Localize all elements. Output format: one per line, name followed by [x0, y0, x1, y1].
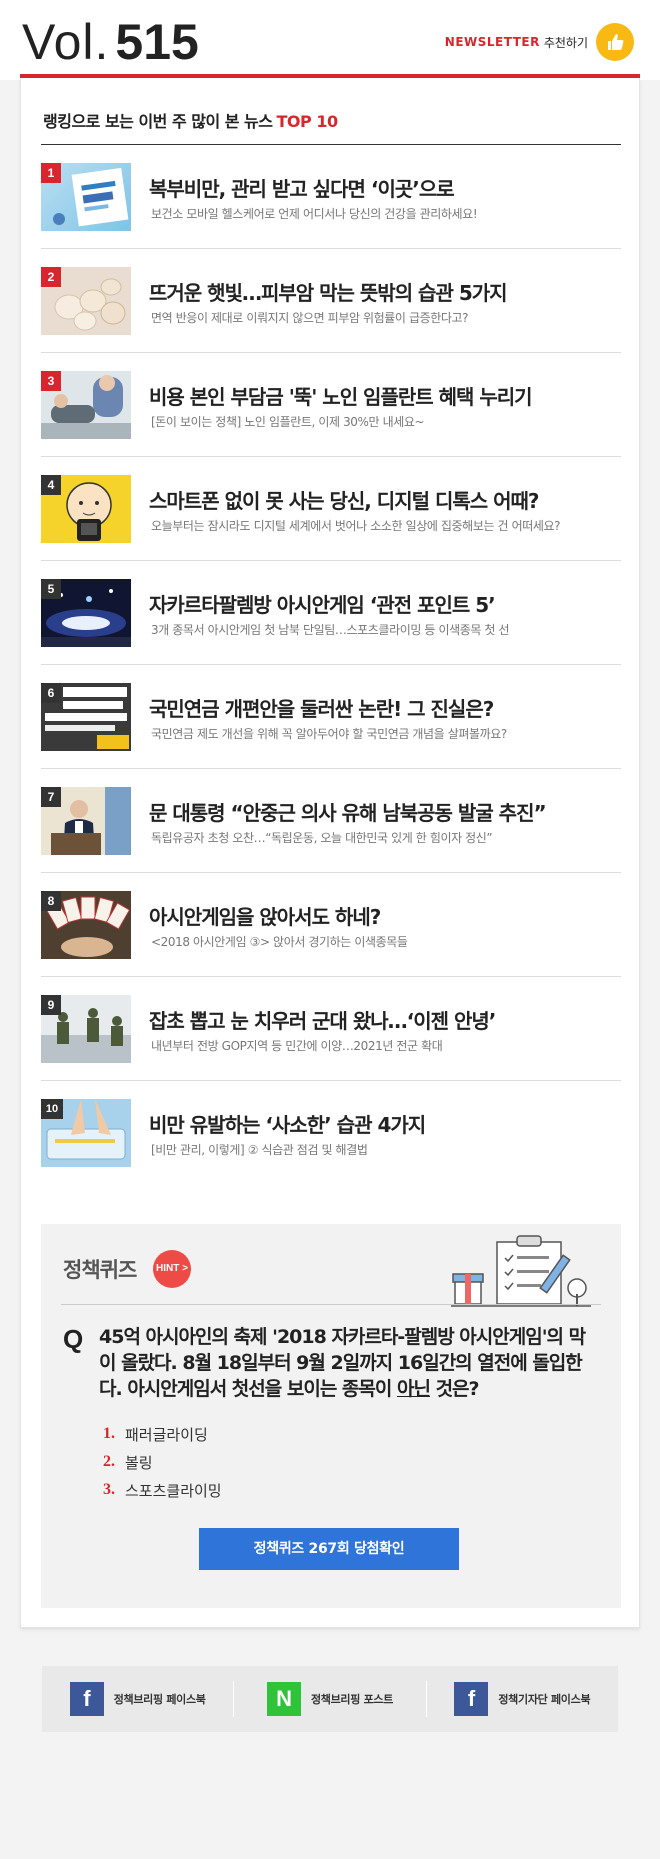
news-item-8[interactable]: 8 아시안게임을 앉아서도 하네? <2018 아시안게임 ③> 앉아서 경기하…	[41, 873, 621, 977]
news-subtitle: 국민연금 제도 개선을 위해 꼭 알아두어야 할 국민연금 개념을 살펴볼까요?	[151, 727, 507, 741]
section-title-text: 랭킹으로 보는 이번 주 많이 본 뉴스	[43, 112, 273, 131]
option-label: 패러글라이딩	[125, 1425, 208, 1444]
news-subtitle: [돈이 보이는 정책] 노인 임플란트, 이제 30%만 내세요~	[151, 415, 425, 429]
footer-link-briefing-facebook[interactable]: f 정책브리핑 페이스북	[42, 1681, 233, 1717]
news-thumbnail[interactable]: 6	[41, 683, 131, 751]
news-title[interactable]: 스마트폰 없이 못 사는 당신, 디지털 디톡스 어때?	[149, 485, 540, 514]
option-number: 2.	[103, 1453, 115, 1470]
rank-badge: 3	[41, 371, 61, 391]
news-subtitle: <2018 아시안게임 ③> 앉아서 경기하는 이색종목들	[151, 935, 408, 949]
news-thumbnail[interactable]: 9	[41, 995, 131, 1063]
quiz-winner-check-button[interactable]: 정책퀴즈 267회 당첨확인	[199, 1528, 459, 1570]
section-title-highlight: TOP 10	[276, 112, 339, 131]
rank-badge: 1	[41, 163, 61, 183]
rank-badge: 10	[41, 1099, 63, 1119]
question-text-after: 것은?	[429, 1378, 480, 1400]
rank-badge: 9	[41, 995, 61, 1015]
news-title[interactable]: 비만 유발하는 ‘사소한’ 습관 4가지	[149, 1109, 426, 1138]
news-item-3[interactable]: 3 비용 본인 부담금 '뚝' 노인 임플란트 혜택 누리기 [돈이 보이는 정…	[41, 353, 621, 457]
news-item-2[interactable]: 2 뜨거운 햇빛…피부암 막는 뜻밖의 습관 5가지 면역 반응이 제대로 이뤄…	[41, 249, 621, 353]
news-thumbnail[interactable]: 1	[41, 163, 131, 231]
news-title[interactable]: 뜨거운 햇빛…피부암 막는 뜻밖의 습관 5가지	[149, 277, 508, 306]
quiz-title: 정책퀴즈	[63, 1258, 137, 1282]
rank-badge: 5	[41, 579, 61, 599]
news-item-4[interactable]: 4 스마트폰 없이 못 사는 당신, 디지털 디톡스 어때? 오늘부터는 잠시라…	[41, 457, 621, 561]
rank-badge: 8	[41, 891, 61, 911]
news-thumbnail[interactable]: 7	[41, 787, 131, 855]
social-footer: f 정책브리핑 페이스북 N 정책브리핑 포스트 f 정책기자단 페이스북	[42, 1666, 618, 1732]
rank-badge: 4	[41, 475, 61, 495]
news-item-1[interactable]: 1 복부비만, 관리 받고 싶다면 ‘이곳’으로 보건소 모바일 헬스케어로 언…	[41, 145, 621, 249]
news-item-5[interactable]: 5 자카르타팔렘방 아시안게임 ‘관전 포인트 5’ 3개 종목서 아시안게임 …	[41, 561, 621, 665]
content-card: 랭킹으로 보는 이번 주 많이 본 뉴스 TOP 10 1 복부비만, 관리 받고…	[20, 78, 640, 1628]
clipboard-icon	[451, 1234, 591, 1314]
footer-link-briefing-post[interactable]: N 정책브리핑 포스트	[233, 1681, 425, 1717]
news-subtitle: 오늘부터는 잠시라도 디지털 세계에서 벗어나 소소한 일상에 집중해보는 건 …	[151, 519, 561, 533]
news-subtitle: 보건소 모바일 헬스케어로 언제 어디서나 당신의 건강을 관리하세요!	[151, 207, 478, 221]
option-number: 3.	[103, 1481, 115, 1498]
rank-badge: 2	[41, 267, 61, 287]
rank-badge: 6	[41, 683, 61, 703]
footer-link-label: 정책브리핑 페이스북	[113, 1693, 206, 1706]
policy-quiz: 정책퀴즈 HINT > Q 45억 아시아인의 축제 '2018 자카르타-팔렘…	[41, 1224, 621, 1608]
option-number: 1.	[103, 1425, 115, 1442]
news-subtitle: [비만 관리, 이렇게] ② 식습관 점검 및 해결법	[151, 1143, 368, 1157]
quiz-divider	[61, 1304, 601, 1305]
thumbs-up-icon[interactable]	[596, 23, 634, 61]
news-thumbnail[interactable]: 2	[41, 267, 131, 335]
option-label: 볼링	[125, 1453, 153, 1472]
newsletter-header: Vol. 515 NEWSLETTER 추천하기	[0, 0, 660, 80]
rank-badge: 7	[41, 787, 61, 807]
news-subtitle: 내년부터 전방 GOP지역 등 민간에 이양…2021년 전군 확대	[151, 1039, 443, 1053]
newsletter-recommend-button[interactable]: NEWSLETTER 추천하기	[445, 22, 634, 62]
quiz-options: 1. 패러글라이딩 2. 볼링 3. 스포츠클라이밍	[103, 1420, 222, 1504]
news-thumbnail[interactable]: 3	[41, 371, 131, 439]
question-mark-label: Q	[63, 1324, 84, 1354]
news-title[interactable]: 문 대통령 “안중근 의사 유해 남북공동 발굴 추진”	[149, 797, 547, 826]
news-item-10[interactable]: 10 비만 유발하는 ‘사소한’ 습관 4가지 [비만 관리, 이렇게] ② 식…	[41, 1081, 621, 1185]
news-title[interactable]: 아시안게임을 앉아서도 하네?	[149, 901, 381, 930]
news-title[interactable]: 잡초 뽑고 눈 치우러 군대 왔나…‘이젠 안녕’	[149, 1005, 496, 1034]
naver-post-icon: N	[266, 1682, 301, 1716]
volume-prefix: Vol.	[22, 14, 110, 70]
news-thumbnail[interactable]: 5	[41, 579, 131, 647]
volume-title: Vol. 515	[22, 14, 199, 70]
question-text-underline: 아닌	[396, 1378, 431, 1400]
news-thumbnail[interactable]: 8	[41, 891, 131, 959]
quiz-question: 45억 아시아인의 축제 '2018 자카르타-팔렘방 아시안게임'의 막이 올…	[99, 1324, 599, 1402]
question-text-before: 45억 아시아인의 축제 '2018 자카르타-팔렘방 아시안게임'의 막이 올…	[99, 1326, 586, 1400]
news-subtitle: 면역 반응이 제대로 이뤄지지 않으면 피부암 위험률이 급증한다고?	[151, 311, 469, 325]
quiz-option-2[interactable]: 2. 볼링	[103, 1448, 222, 1476]
footer-link-reporters-facebook[interactable]: f 정책기자단 페이스북	[425, 1681, 618, 1717]
news-title[interactable]: 국민연금 개편안을 둘러싼 논란! 그 진실은?	[149, 693, 494, 722]
recommend-label: 추천하기	[543, 35, 588, 50]
news-thumbnail[interactable]: 10	[41, 1099, 131, 1167]
news-title[interactable]: 복부비만, 관리 받고 싶다면 ‘이곳’으로	[149, 173, 455, 202]
news-subtitle: 독립유공자 초청 오찬…“독립운동, 오늘 대한민국 있게 한 힘이자 정신”	[151, 831, 493, 845]
option-label: 스포츠클라이밍	[125, 1481, 222, 1500]
news-item-7[interactable]: 7 문 대통령 “안중근 의사 유해 남북공동 발굴 추진” 독립유공자 초청 …	[41, 769, 621, 873]
footer-link-label: 정책브리핑 포스트	[310, 1693, 394, 1706]
news-item-9[interactable]: 9 잡초 뽑고 눈 치우러 군대 왔나…‘이젠 안녕’ 내년부터 전방 GOP지…	[41, 977, 621, 1081]
news-title[interactable]: 비용 본인 부담금 '뚝' 노인 임플란트 혜택 누리기	[149, 381, 533, 410]
hint-button[interactable]: HINT >	[153, 1250, 191, 1288]
facebook-icon: f	[454, 1682, 489, 1716]
news-subtitle: 3개 종목서 아시안게임 첫 남북 단일팀…스포츠클라이밍 등 이색종목 첫 선	[151, 623, 510, 637]
section-title: 랭킹으로 보는 이번 주 많이 본 뉴스 TOP 10	[43, 108, 338, 132]
newsletter-label: NEWSLETTER	[444, 35, 540, 49]
news-item-6[interactable]: 6 국민연금 개편안을 둘러싼 논란! 그 진실은? 국민연금 제도 개선을 위…	[41, 665, 621, 769]
footer-link-label: 정책기자단 페이스북	[498, 1693, 591, 1706]
quiz-option-3[interactable]: 3. 스포츠클라이밍	[103, 1476, 222, 1504]
facebook-icon: f	[69, 1682, 104, 1716]
news-thumbnail[interactable]: 4	[41, 475, 131, 543]
news-title[interactable]: 자카르타팔렘방 아시안게임 ‘관전 포인트 5’	[149, 589, 496, 618]
volume-number: 515	[115, 14, 199, 70]
quiz-option-1[interactable]: 1. 패러글라이딩	[103, 1420, 222, 1448]
